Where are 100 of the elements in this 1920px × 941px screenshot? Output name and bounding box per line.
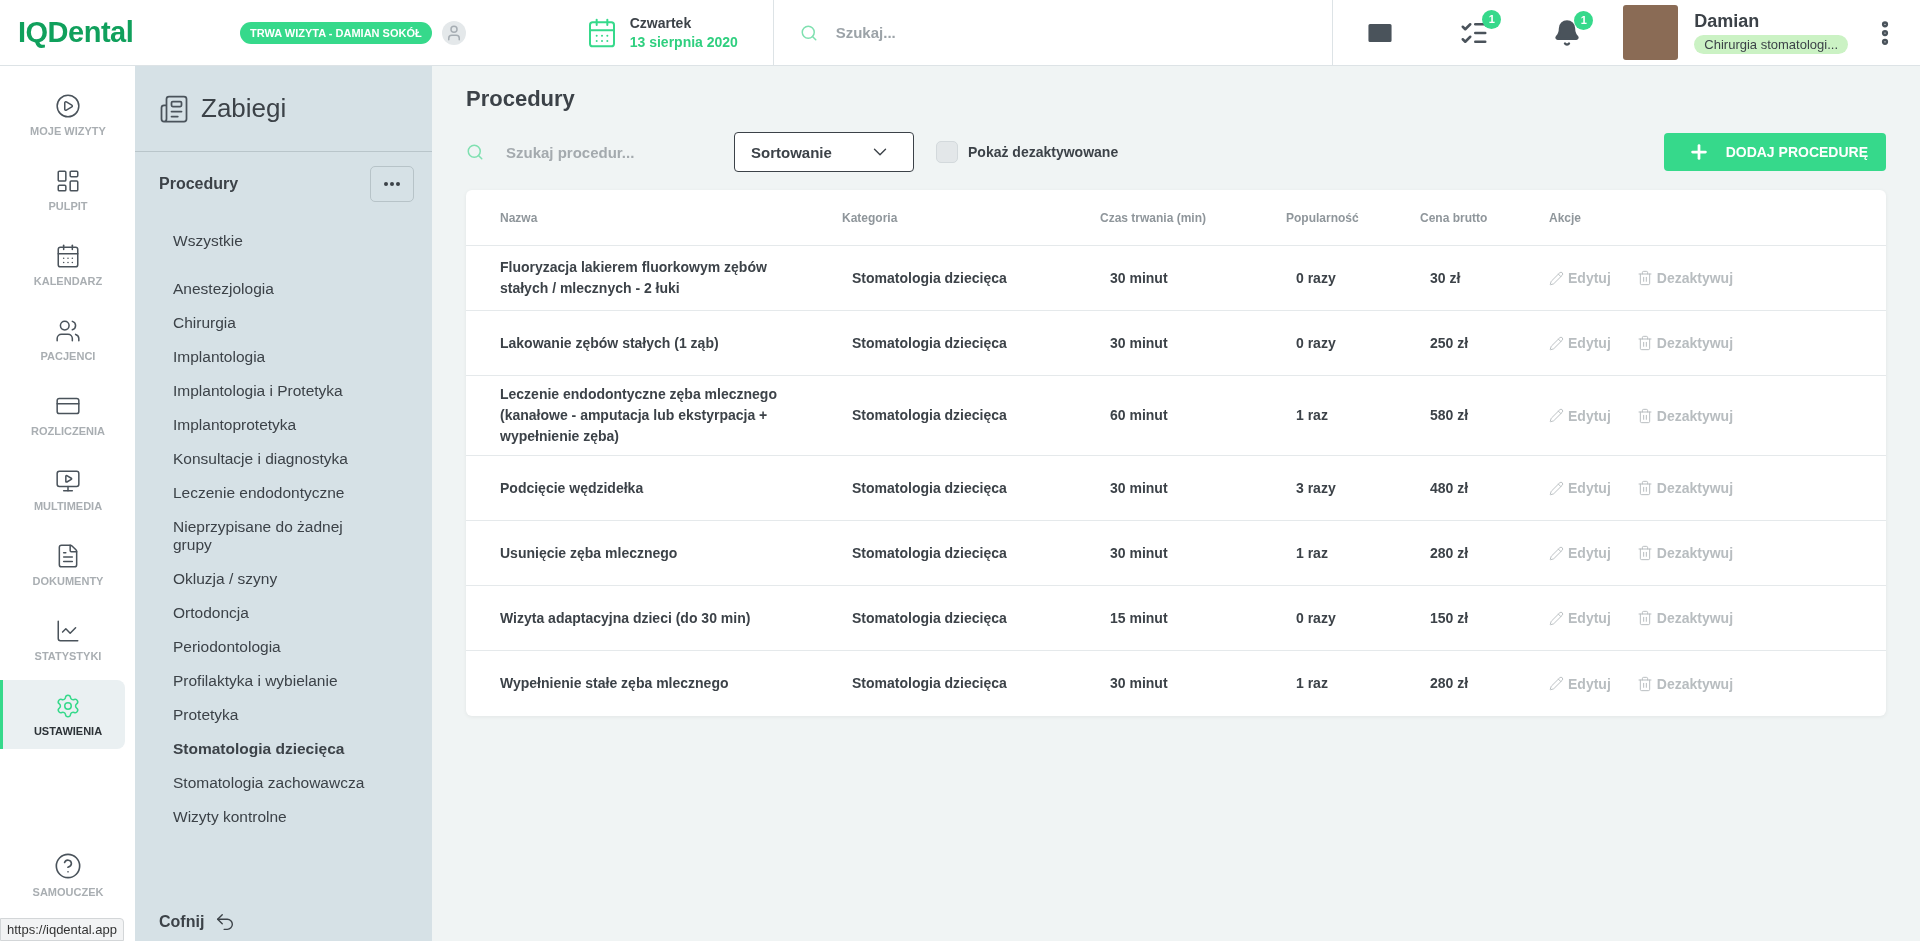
table-cell-text: Stomatologia dziecięca <box>851 608 1008 628</box>
category-item[interactable]: Implantologia i Protetyka <box>135 374 432 408</box>
nav-item[interactable]: ROZLICZENIA <box>0 380 125 449</box>
more-button[interactable] <box>370 166 414 202</box>
category-item[interactable]: Okluzja / szyny <box>135 562 432 596</box>
category-item[interactable]: Leczenie endodontyczne <box>135 476 432 510</box>
deactivate-button[interactable]: Dezaktywuj <box>1636 480 1734 496</box>
edit-button[interactable]: Edytuj <box>1549 270 1611 286</box>
edit-button[interactable]: Edytuj <box>1549 675 1611 692</box>
edit-button[interactable]: Edytuj <box>1549 335 1611 351</box>
category-item[interactable]: Implantologia <box>135 340 432 374</box>
table-cell-text: Stomatologia dziecięca <box>851 674 1008 693</box>
table-cell-text: 250 zł <box>1429 333 1470 353</box>
category-item[interactable]: Protetyka <box>135 698 432 732</box>
checkbox-label: Pokaż dezaktywowane <box>968 144 1119 160</box>
trash-icon <box>1636 610 1653 626</box>
add-procedure-button[interactable]: DODAJ PROCEDURĘ <box>1663 133 1886 171</box>
table-cell-text: 280 zł <box>1429 543 1470 563</box>
date-text: 13 sierpnia 2020 <box>629 34 738 50</box>
nav-item[interactable]: MOJE WIZYTY <box>0 80 125 149</box>
pencil-icon <box>1549 610 1564 626</box>
category-item[interactable]: Periodontologia <box>135 630 432 664</box>
nav-item[interactable]: MULTIMEDIA <box>0 455 125 524</box>
nav-item[interactable]: KALENDARZ <box>0 230 125 299</box>
category-item[interactable]: Profilaktyka i wybielanie <box>135 664 432 698</box>
ellipsis-icon <box>384 182 400 186</box>
nav-item[interactable]: DOKUMENTY <box>0 530 125 599</box>
table-cell-text: 0 razy <box>1295 333 1337 353</box>
procedure-search-field[interactable]: Szukaj procedur... <box>504 142 684 162</box>
trash-icon <box>1636 675 1653 692</box>
trash-icon <box>1636 335 1653 351</box>
nav-item[interactable]: SAMOUCZEK <box>0 840 125 909</box>
table-cell-text: Stomatologia dziecięca <box>851 268 1008 288</box>
edit-button[interactable]: Edytuj <box>1549 480 1611 496</box>
nav-item[interactable]: STATYSTYKI <box>0 605 125 674</box>
table-cell-text: Stomatologia dziecięca <box>851 406 1008 425</box>
deactivate-button[interactable]: Dezaktywuj <box>1636 335 1734 351</box>
table-cell-text: 30 minut <box>1109 543 1169 563</box>
notifications-icon[interactable] <box>1553 18 1582 47</box>
play-circle-icon <box>55 92 81 119</box>
table-cell-text: Lakowanie zębów stałych (1 ząb) <box>500 333 720 353</box>
trash-icon <box>1636 270 1653 286</box>
category-item[interactable]: Ortodoncja <box>135 596 432 630</box>
category-item[interactable]: Stomatologia zachowawcza <box>135 766 432 800</box>
deactivate-button[interactable]: Dezaktywuj <box>1636 610 1734 626</box>
notifications-count: 1 <box>1574 10 1594 30</box>
trash-icon <box>1636 407 1653 424</box>
table-cell-text: 0 razy <box>1295 268 1337 288</box>
table-cell-text: 30 minut <box>1109 674 1169 693</box>
category-item[interactable]: Stomatologia dziecięca <box>135 732 432 766</box>
column-header: Akcje <box>1549 210 1583 225</box>
table-cell-text: Wypełnienie stałe zęba mlecznego <box>500 674 730 693</box>
table-cell-text: 30 zł <box>1429 268 1462 288</box>
deactivate-button[interactable]: Dezaktywuj <box>1636 675 1734 692</box>
pencil-icon <box>1549 408 1564 423</box>
settings-icon <box>55 692 81 719</box>
app-logo: IQDental <box>17 16 135 49</box>
user-role: Chirurgia stomatologi... <box>1694 35 1848 54</box>
nav-item[interactable]: PULPIT <box>0 155 125 224</box>
category-item[interactable]: Anestezjologia <box>135 272 432 306</box>
help-icon <box>54 851 82 880</box>
visit-badge: TRWA WIZYTA - DAMIAN SOKÓŁ <box>240 21 432 44</box>
category-item[interactable]: Nieprzypisane do żadnej grupy <box>135 510 432 562</box>
table-cell-text: Fluoryzacja lakierem fluorkowym zębów stałych / mlecznych - 2 łuki <box>500 258 768 298</box>
status-url: https://iqdental.app <box>0 918 124 941</box>
nav-item[interactable]: USTAWIENIA <box>0 680 125 749</box>
table-cell-text: Podcięcie wędzidełka <box>500 478 645 498</box>
table-cell-text: 60 minut <box>1109 406 1169 425</box>
edit-button[interactable]: Edytuj <box>1549 610 1611 626</box>
table-cell-text: 280 zł <box>1429 674 1470 693</box>
photo-placeholder <box>1623 5 1679 60</box>
deactivate-button[interactable]: Dezaktywuj <box>1636 270 1734 286</box>
patient-avatar-icon <box>441 20 466 45</box>
procedures-icon <box>159 93 189 124</box>
deactivate-button[interactable]: Dezaktywuj <box>1636 545 1734 561</box>
deactivate-button[interactable]: Dezaktywuj <box>1636 407 1734 424</box>
checkbox[interactable] <box>936 141 958 163</box>
column-header: Kategoria <box>842 210 899 225</box>
category-item[interactable]: Chirurgia <box>135 306 432 340</box>
edit-button[interactable]: Edytuj <box>1549 407 1611 424</box>
category-item[interactable]: Wizyty kontrolne <box>135 800 432 834</box>
category-item[interactable]: Wszystkie <box>135 224 432 258</box>
table-cell-text: 480 zł <box>1429 478 1470 498</box>
table-cell-text: Stomatologia dziecięca <box>851 478 1008 498</box>
trash-icon <box>1636 545 1653 561</box>
table-cell-text: 0 razy <box>1295 608 1337 628</box>
column-header: Nazwa <box>500 210 539 225</box>
table-cell-text: 15 minut <box>1109 608 1169 628</box>
category-item[interactable]: Konsultacje i diagnostyka <box>135 442 432 476</box>
edit-button[interactable]: Edytuj <box>1549 545 1611 561</box>
user-name: Damian <box>1694 11 1761 32</box>
table-cell-text: 1 raz <box>1295 543 1329 563</box>
sort-dropdown[interactable]: Sortowanie <box>734 132 914 172</box>
table-cell-text: Usunięcie zęba mlecznego <box>500 543 679 563</box>
back-button[interactable]: Cofnij <box>159 911 237 933</box>
table-cell-text: 30 minut <box>1109 478 1169 498</box>
pencil-icon <box>1549 545 1564 561</box>
dashboard-icon <box>55 167 81 194</box>
nav-item[interactable]: PACJENCI <box>0 305 125 374</box>
category-item[interactable]: Implantoprotetyka <box>135 408 432 442</box>
